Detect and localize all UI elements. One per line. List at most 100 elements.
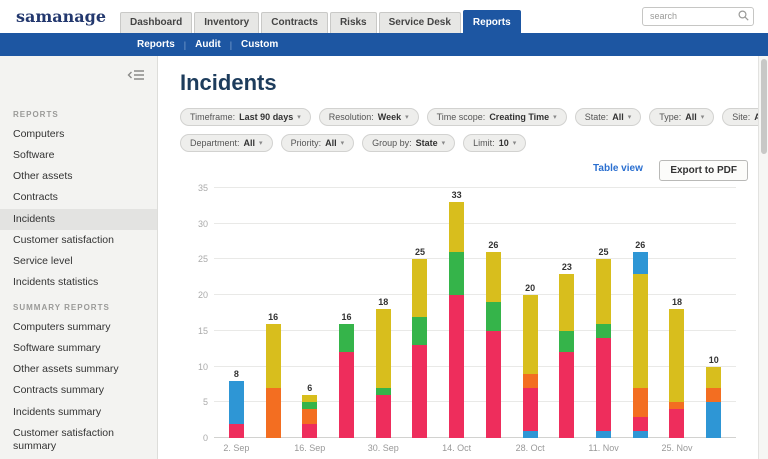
sidebar-item-other-assets[interactable]: Other assets <box>0 166 157 187</box>
bar-stack[interactable] <box>596 259 611 438</box>
app-logo[interactable]: samanage <box>16 7 106 26</box>
tab-contracts[interactable]: Contracts <box>261 12 328 33</box>
sidebar-item-incidents-statistics[interactable]: Incidents statistics <box>0 272 157 293</box>
filter-department[interactable]: Department:All▾ <box>180 134 273 152</box>
bar-segment-pink[interactable] <box>412 345 427 438</box>
bar-segment-pink[interactable] <box>339 352 354 438</box>
bar-segment-yellow[interactable] <box>266 324 281 388</box>
sidebar-item-software[interactable]: Software <box>0 145 157 166</box>
bar-segment-yellow[interactable] <box>412 259 427 316</box>
bar-segment-pink[interactable] <box>486 331 501 438</box>
bar-stack[interactable] <box>486 252 501 438</box>
bar-segment-orange[interactable] <box>302 409 317 423</box>
bar-segment-pink[interactable] <box>376 395 391 438</box>
bar-segment-blue[interactable] <box>229 381 244 424</box>
bar-segment-blue[interactable] <box>633 431 648 438</box>
bar-segment-yellow[interactable] <box>449 202 464 252</box>
bar-segment-pink[interactable] <box>523 388 538 431</box>
tab-inventory[interactable]: Inventory <box>194 12 259 33</box>
filter-priority[interactable]: Priority:All▾ <box>281 134 355 152</box>
filter-type[interactable]: Type:All▾ <box>649 108 714 126</box>
bar-stack[interactable] <box>633 252 648 438</box>
sidebar-item-customer-satisfaction-summary[interactable]: Customer satisfaction summary <box>0 423 157 457</box>
filter-resolution[interactable]: Resolution:Week▾ <box>319 108 419 126</box>
bar-segment-yellow[interactable] <box>669 309 684 402</box>
sidebar-item-contracts-summary[interactable]: Contracts summary <box>0 380 157 401</box>
scrollbar-thumb[interactable] <box>761 59 767 154</box>
chevron-down-icon: ▾ <box>297 113 301 121</box>
sidebar-item-service-level[interactable]: Service level <box>0 251 157 272</box>
filter-group-by[interactable]: Group by:State▾ <box>362 134 455 152</box>
bar-segment-yellow[interactable] <box>559 274 574 331</box>
filter-state[interactable]: State:All▾ <box>575 108 642 126</box>
bar-segment-yellow[interactable] <box>523 295 538 374</box>
subnav-item-custom[interactable]: Custom <box>232 39 287 50</box>
bar-segment-yellow[interactable] <box>596 259 611 323</box>
scrollbar[interactable] <box>758 56 768 459</box>
bar-segment-yellow[interactable] <box>706 367 721 388</box>
sidebar-item-customer-satisfaction[interactable]: Customer satisfaction <box>0 230 157 251</box>
tab-reports[interactable]: Reports <box>463 10 521 33</box>
bar-stack[interactable] <box>449 202 464 438</box>
bar-segment-pink[interactable] <box>669 409 684 438</box>
bar-segment-pink[interactable] <box>559 352 574 438</box>
bar-segment-blue[interactable] <box>596 431 611 438</box>
collapse-sidebar-icon <box>127 69 145 81</box>
bar-segment-yellow[interactable] <box>302 395 317 402</box>
bar-stack[interactable] <box>302 395 317 438</box>
bar-segment-orange[interactable] <box>523 374 538 388</box>
sidebar-item-contracts[interactable]: Contracts <box>0 187 157 208</box>
bar-stack[interactable] <box>339 324 354 438</box>
subnav-item-audit[interactable]: Audit <box>186 39 230 50</box>
bar-segment-yellow[interactable] <box>376 309 391 388</box>
bar-segment-blue[interactable] <box>706 402 721 438</box>
sidebar-item-incidents[interactable]: Incidents <box>0 209 157 230</box>
bar-stack[interactable] <box>412 259 427 438</box>
bar-segment-pink[interactable] <box>633 417 648 431</box>
bar-stack[interactable] <box>706 367 721 438</box>
bar-segment-pink[interactable] <box>302 424 317 438</box>
filter-timeframe[interactable]: Timeframe:Last 90 days▾ <box>180 108 311 126</box>
bar-segment-green[interactable] <box>486 302 501 331</box>
bar-segment-orange[interactable] <box>633 388 648 417</box>
filter-limit[interactable]: Limit:10▾ <box>463 134 526 152</box>
tab-dashboard[interactable]: Dashboard <box>120 12 192 33</box>
content-area: REPORTSComputersSoftwareOther assetsCont… <box>0 56 768 459</box>
bar-segment-pink[interactable] <box>449 295 464 438</box>
bar-segment-green[interactable] <box>412 317 427 346</box>
bar-segment-blue[interactable] <box>633 252 648 273</box>
bar-stack[interactable] <box>669 309 684 438</box>
bar-segment-green[interactable] <box>449 252 464 295</box>
filters-row-2: Department:All▾ Priority:All▾ Group by:Sta… <box>180 134 754 152</box>
subnav-item-reports[interactable]: Reports <box>128 39 184 50</box>
bar-segment-green[interactable] <box>596 324 611 338</box>
bar-segment-pink[interactable] <box>596 338 611 431</box>
bar-stack[interactable] <box>266 324 281 438</box>
bar-segment-green[interactable] <box>376 388 391 395</box>
collapse-sidebar-button[interactable] <box>127 68 145 86</box>
sidebar-item-software-summary[interactable]: Software summary <box>0 338 157 359</box>
bar-segment-yellow[interactable] <box>633 274 648 388</box>
bar-segment-green[interactable] <box>559 331 574 352</box>
export-pdf-button[interactable]: Export to PDF <box>659 160 748 181</box>
bar-segment-yellow[interactable] <box>486 252 501 302</box>
tab-service-desk[interactable]: Service Desk <box>379 12 461 33</box>
bar-segment-pink[interactable] <box>229 424 244 438</box>
table-view-link[interactable]: Table view <box>593 163 643 174</box>
bar-stack[interactable] <box>229 381 244 438</box>
sidebar-item-computers[interactable]: Computers <box>0 124 157 145</box>
bar-segment-orange[interactable] <box>669 402 684 409</box>
sidebar-item-computers-summary[interactable]: Computers summary <box>0 317 157 338</box>
bar-segment-green[interactable] <box>339 324 354 353</box>
bar-stack[interactable] <box>376 309 391 438</box>
sidebar-item-other-assets-summary[interactable]: Other assets summary <box>0 359 157 380</box>
bar-segment-orange[interactable] <box>266 388 281 438</box>
bar-stack[interactable] <box>559 274 574 438</box>
filter-time-scope[interactable]: Time scope:Creating Time▾ <box>427 108 567 126</box>
tab-risks[interactable]: Risks <box>330 12 377 33</box>
bar-segment-green[interactable] <box>302 402 317 409</box>
bar-segment-blue[interactable] <box>523 431 538 438</box>
sidebar-item-incidents-summary[interactable]: Incidents summary <box>0 402 157 423</box>
bar-segment-orange[interactable] <box>706 388 721 402</box>
bar-stack[interactable] <box>523 295 538 438</box>
